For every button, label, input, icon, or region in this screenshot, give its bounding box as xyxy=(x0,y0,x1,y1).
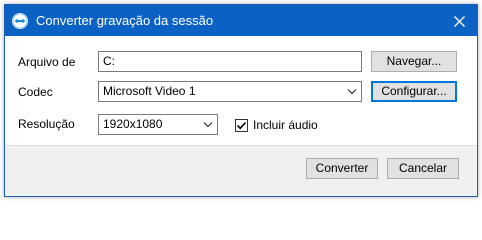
include-audio-checkbox[interactable] xyxy=(235,119,248,132)
codec-value: Microsoft Video 1 xyxy=(103,84,196,98)
resolution-dropdown[interactable]: 1920x1080 xyxy=(98,114,218,135)
codec-dropdown[interactable]: Microsoft Video 1 xyxy=(98,81,362,102)
chevron-down-icon xyxy=(347,89,357,95)
footer-divider xyxy=(5,145,477,146)
file-path-input[interactable]: C: xyxy=(98,51,362,72)
chevron-down-icon xyxy=(203,122,213,128)
window-title: Converter gravação da sessão xyxy=(36,13,214,28)
configure-button[interactable]: Configurar... xyxy=(371,81,457,102)
cancel-button[interactable]: Cancelar xyxy=(387,158,459,179)
checkmark-icon xyxy=(236,121,247,130)
codec-label: Codec xyxy=(18,85,53,99)
convert-button[interactable]: Converter xyxy=(306,158,378,179)
include-audio-label[interactable]: Incluir áudio xyxy=(253,118,318,132)
browse-button[interactable]: Navegar... xyxy=(371,51,457,72)
close-icon xyxy=(453,15,465,27)
close-button[interactable] xyxy=(449,11,469,31)
title-bar[interactable]: Converter gravação da sessão xyxy=(5,5,477,36)
resolution-value: 1920x1080 xyxy=(103,117,163,131)
dialog-content: Arquivo de C: Navegar... Codec Microsoft… xyxy=(5,36,477,145)
file-label: Arquivo de xyxy=(18,55,76,69)
resolution-label: Resolução xyxy=(18,117,75,131)
teamviewer-icon xyxy=(12,13,28,29)
convert-dialog: Converter gravação da sessão Arquivo de … xyxy=(4,4,478,197)
